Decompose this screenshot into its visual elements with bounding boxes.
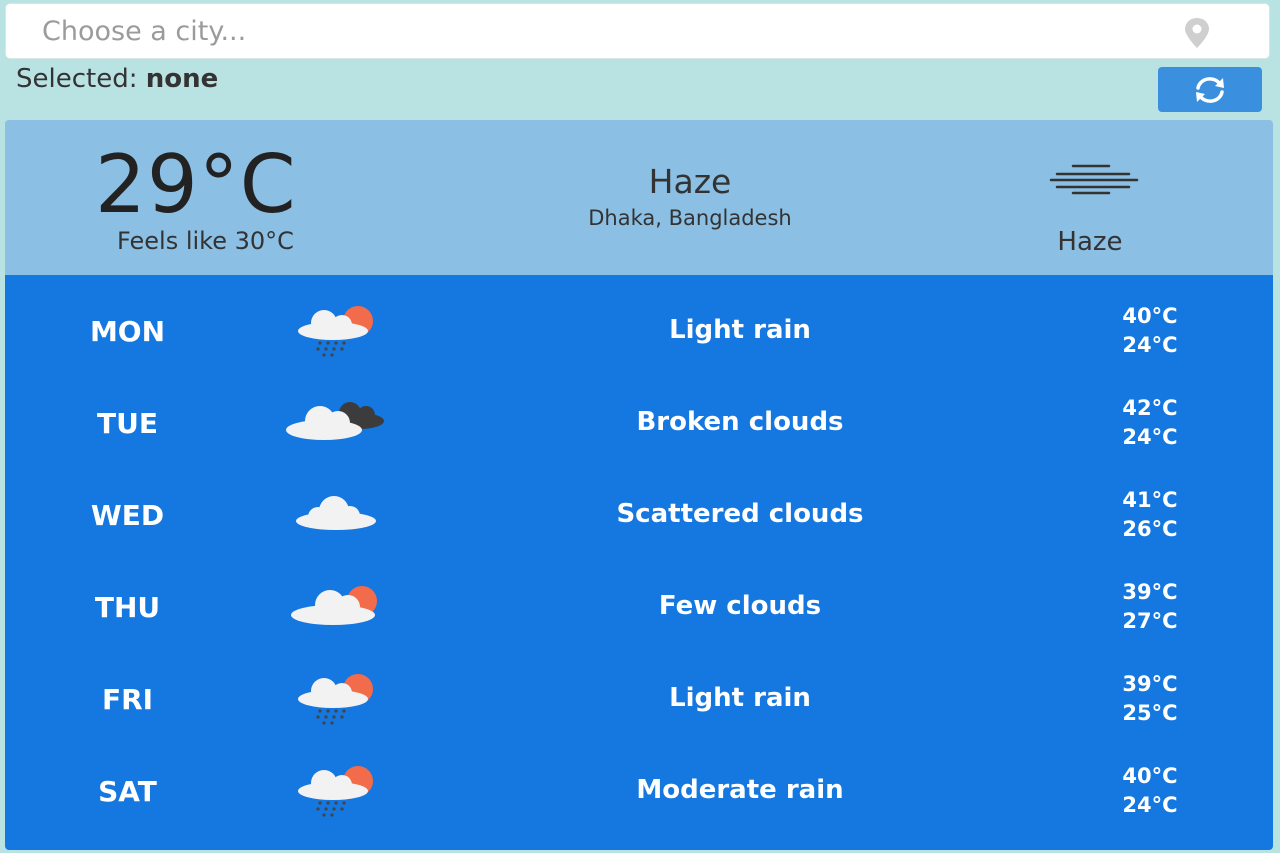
map-pin-icon[interactable] xyxy=(1175,16,1219,50)
forecast-day: TUE xyxy=(97,407,158,440)
forecast-high: 42°C xyxy=(1122,396,1178,420)
forecast-high: 39°C xyxy=(1122,672,1178,696)
forecast-high: 39°C xyxy=(1122,580,1178,604)
forecast-description: Moderate rain xyxy=(636,775,844,805)
forecast-low: 24°C xyxy=(1122,333,1178,357)
broken-clouds-icon xyxy=(286,402,384,440)
forecast-low: 27°C xyxy=(1122,609,1178,633)
forecast-day: SAT xyxy=(98,775,157,808)
forecast-row: TUE Broken clouds 42°C 24°C xyxy=(5,379,1273,471)
selected-label: Selected: xyxy=(16,64,138,94)
weather-card: 29°C Feels like 30°C Haze Dhaka, Banglad… xyxy=(5,120,1273,850)
refresh-icon xyxy=(1196,76,1224,103)
current-icon-label: Haze xyxy=(1057,227,1123,257)
forecast-high: 40°C xyxy=(1122,304,1178,328)
forecast-low: 26°C xyxy=(1122,517,1178,541)
forecast-row: WED Scattered clouds 41°C 26°C xyxy=(5,471,1273,563)
forecast-row: MON Light rain 40°C 24°C xyxy=(5,287,1273,379)
forecast-day: MON xyxy=(89,315,166,348)
current-temperature: 29°C xyxy=(95,138,297,231)
light-rain-icon xyxy=(298,306,373,357)
current-weather-panel: 29°C Feels like 30°C Haze Dhaka, Banglad… xyxy=(5,120,1273,275)
moderate-rain-icon xyxy=(298,766,373,817)
forecast-day: WED xyxy=(90,499,165,532)
forecast-description: Scattered clouds xyxy=(616,499,864,529)
forecast-high: 41°C xyxy=(1122,488,1178,512)
forecast-list: MON Light rain 40°C 24°C TUE Broken clou… xyxy=(5,275,1273,850)
forecast-low: 24°C xyxy=(1122,425,1178,449)
selected-city-text: Selected: none xyxy=(16,64,218,94)
forecast-row: SAT Moderate rain 40°C 24°C xyxy=(5,747,1273,839)
selected-value: none xyxy=(145,64,219,94)
forecast-high: 40°C xyxy=(1122,764,1178,788)
city-search-box[interactable] xyxy=(5,3,1270,59)
current-condition: Haze xyxy=(648,162,732,201)
forecast-day: FRI xyxy=(101,683,154,716)
haze-icon xyxy=(1049,164,1139,195)
forecast-row: THU Few clouds 39°C 27°C xyxy=(5,563,1273,655)
feels-like-text: Feels like 30°C xyxy=(117,227,294,255)
forecast-description: Light rain xyxy=(669,683,811,713)
forecast-row: FRI Light rain 39°C 25°C xyxy=(5,655,1273,747)
few-clouds-icon xyxy=(291,586,377,625)
light-rain-icon xyxy=(298,674,373,725)
city-search-input[interactable] xyxy=(6,4,1269,58)
forecast-day: THU xyxy=(94,591,161,624)
scattered-clouds-icon xyxy=(296,496,376,530)
forecast-low: 24°C xyxy=(1122,793,1178,817)
current-location: Dhaka, Bangladesh xyxy=(588,206,792,230)
forecast-description: Light rain xyxy=(669,315,811,345)
forecast-low: 25°C xyxy=(1122,701,1178,725)
forecast-description: Broken clouds xyxy=(636,407,844,437)
refresh-button[interactable] xyxy=(1158,67,1262,112)
forecast-description: Few clouds xyxy=(658,591,822,621)
